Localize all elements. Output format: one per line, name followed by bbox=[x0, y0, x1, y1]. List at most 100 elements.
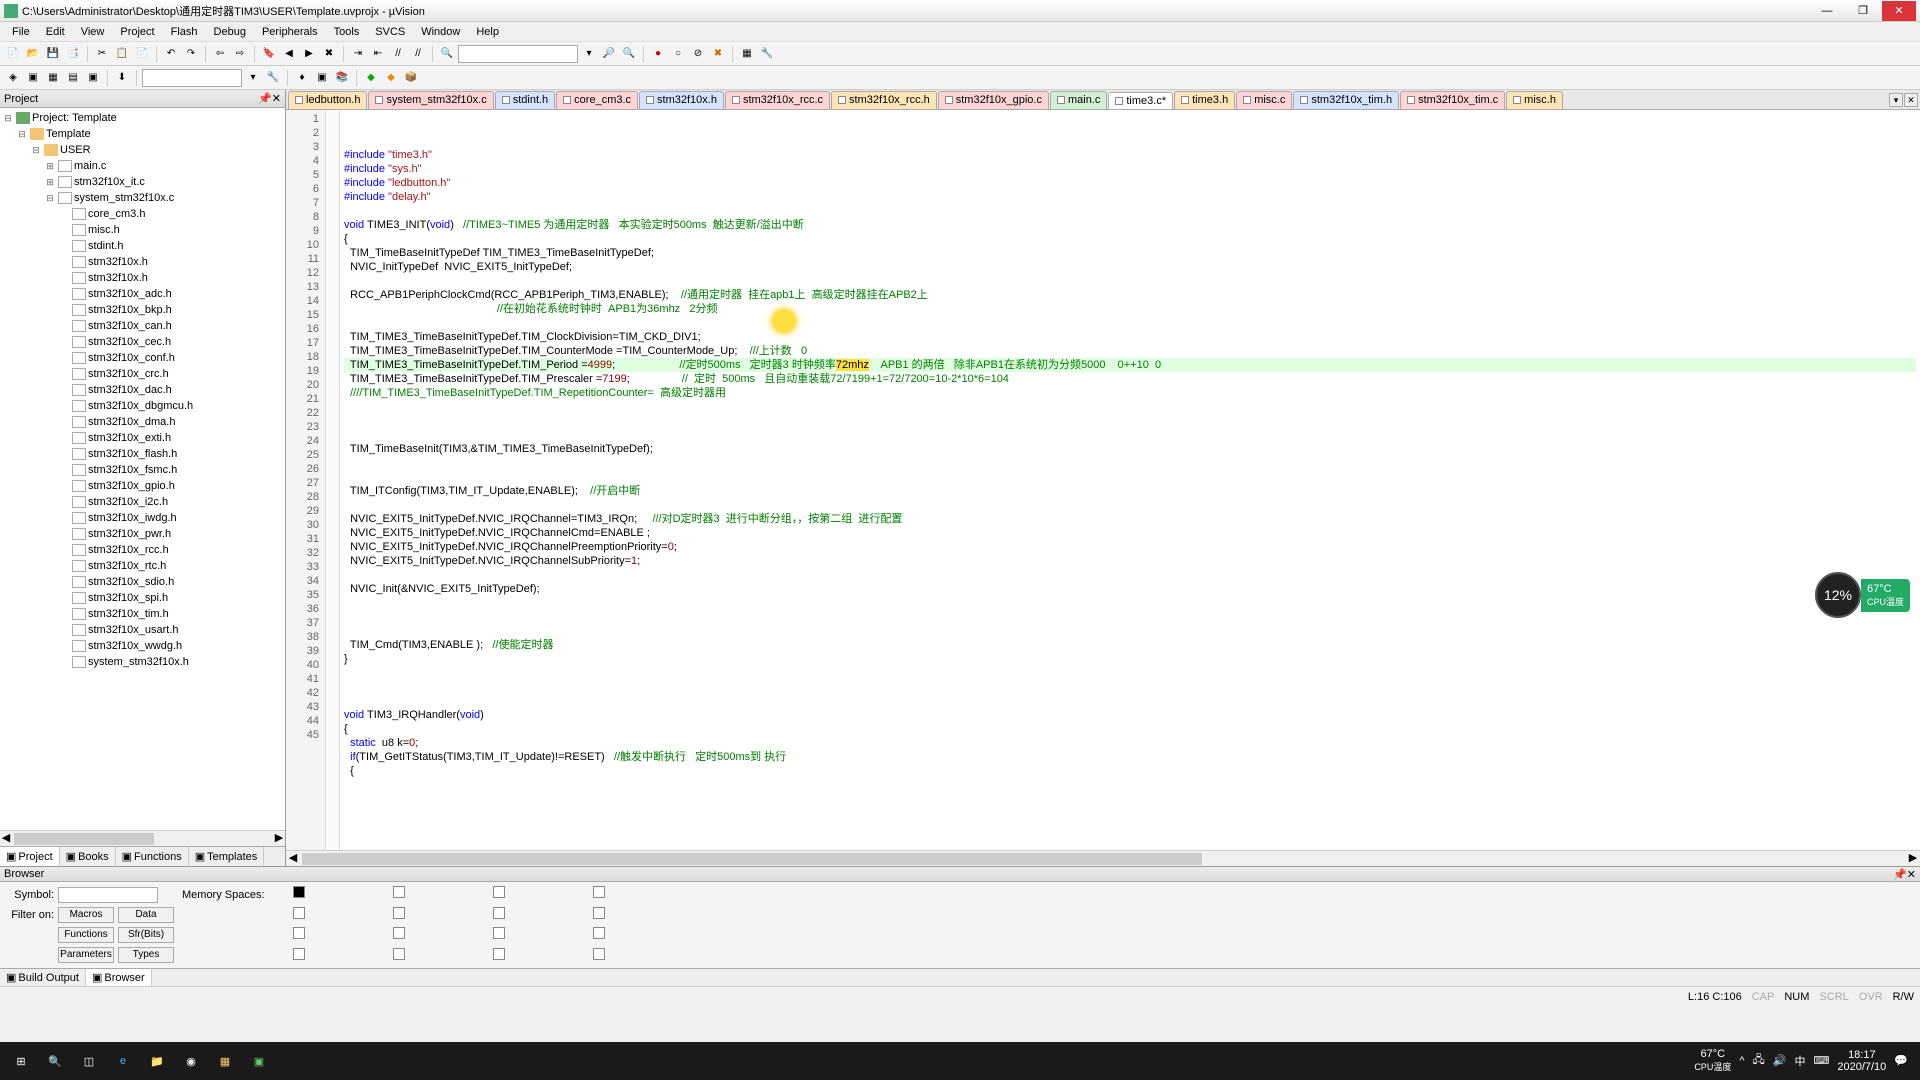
tree-header-core_cm3-h[interactable]: core_cm3.h bbox=[2, 206, 283, 222]
indent-icon[interactable]: ⇥ bbox=[349, 45, 367, 63]
file-tab-stm32f10x_rcc-c[interactable]: stm32f10x_rcc.c bbox=[725, 91, 830, 109]
tree-header-stm32f10x_dma-h[interactable]: stm32f10x_dma.h bbox=[2, 414, 283, 430]
translate-icon[interactable]: ◈ bbox=[4, 69, 22, 87]
menu-window[interactable]: Window bbox=[413, 26, 468, 38]
breakpoint-icon[interactable]: ○ bbox=[669, 45, 687, 63]
tree-header-stm32f10x_usart-h[interactable]: stm32f10x_usart.h bbox=[2, 622, 283, 638]
tree-header-stm32f10x_i2c-h[interactable]: stm32f10x_i2c.h bbox=[2, 494, 283, 510]
comment-icon[interactable]: // bbox=[389, 45, 407, 63]
fold-gutter[interactable] bbox=[326, 110, 340, 850]
file-tab-core_cm3-c[interactable]: core_cm3.c bbox=[556, 91, 638, 109]
memspace-chk-3-0[interactable] bbox=[293, 948, 305, 960]
disable-bp-icon[interactable]: ⊘ bbox=[689, 45, 707, 63]
filter-functions-button[interactable]: Functions bbox=[58, 927, 114, 943]
tree-header-stm32f10x_flash-h[interactable]: stm32f10x_flash.h bbox=[2, 446, 283, 462]
memspace-chk-2-3[interactable] bbox=[593, 927, 605, 939]
tree-header-stm32f10x_gpio-h[interactable]: stm32f10x_gpio.h bbox=[2, 478, 283, 494]
tree-header-system_stm32f10x-h[interactable]: system_stm32f10x.h bbox=[2, 654, 283, 670]
tree-header-stm32f10x-h[interactable]: stm32f10x.h bbox=[2, 254, 283, 270]
kill-bp-icon[interactable]: ✖ bbox=[709, 45, 727, 63]
open-file-icon[interactable]: 📂 bbox=[24, 45, 42, 63]
download-icon[interactable]: ⬇ bbox=[113, 69, 131, 87]
project-panel-pin-icon[interactable]: 📌 bbox=[258, 92, 272, 105]
menu-edit[interactable]: Edit bbox=[38, 26, 73, 38]
tray-up-icon[interactable]: ^ bbox=[1739, 1055, 1744, 1067]
bookmark-icon[interactable]: 🔖 bbox=[260, 45, 278, 63]
file-tab-time3-c-[interactable]: time3.c* bbox=[1108, 92, 1173, 110]
file-tab-stm32f10x_tim-h[interactable]: stm32f10x_tim.h bbox=[1293, 91, 1399, 109]
memspace-chk-2-1[interactable] bbox=[393, 927, 405, 939]
task-view-icon[interactable]: ◫ bbox=[72, 1046, 106, 1076]
app-icon-1[interactable]: ◉ bbox=[174, 1046, 208, 1076]
file-tab-stm32f10x_gpio-c[interactable]: stm32f10x_gpio.c bbox=[938, 91, 1049, 109]
tree-header-stm32f10x-h[interactable]: stm32f10x.h bbox=[2, 270, 283, 286]
file-tab-stdint-h[interactable]: stdint.h bbox=[495, 91, 555, 109]
tree-header-stm32f10x_sdio-h[interactable]: stm32f10x_sdio.h bbox=[2, 574, 283, 590]
filter-data-button[interactable]: Data bbox=[118, 907, 174, 923]
app-icon-2[interactable]: ▦ bbox=[208, 1046, 242, 1076]
tree-header-stm32f10x_wwdg-h[interactable]: stm32f10x_wwdg.h bbox=[2, 638, 283, 654]
tree-file-system_stm32f10x-c[interactable]: ⊟system_stm32f10x.c bbox=[2, 190, 283, 206]
target-combo[interactable]: Template bbox=[142, 69, 242, 87]
editor-hscroll[interactable]: ◀▶ bbox=[286, 850, 1920, 866]
debug-icon[interactable]: ● bbox=[649, 45, 667, 63]
tab-list-icon[interactable]: ▾ bbox=[1889, 93, 1903, 107]
tab-close-icon[interactable]: ✕ bbox=[1904, 93, 1918, 107]
menu-peripherals[interactable]: Peripherals bbox=[254, 26, 326, 38]
incremental-find-icon[interactable]: 🔍 bbox=[620, 45, 638, 63]
batch-build-icon[interactable]: ▤ bbox=[64, 69, 82, 87]
start-button[interactable]: ⊞ bbox=[4, 1046, 38, 1076]
file-tab-stm32f10x-h[interactable]: stm32f10x.h bbox=[639, 91, 724, 109]
tree-header-stm32f10x_iwdg-h[interactable]: stm32f10x_iwdg.h bbox=[2, 510, 283, 526]
memspace-chk-0-3[interactable] bbox=[593, 886, 605, 898]
new-file-icon[interactable]: 📄 bbox=[4, 45, 22, 63]
pack-orange-icon[interactable]: ◆ bbox=[382, 69, 400, 87]
project-tree[interactable]: ⊟Project: Template⊟Template⊟USER⊞main.c⊞… bbox=[0, 108, 285, 830]
file-tab-stm32f10x_tim-c[interactable]: stm32f10x_tim.c bbox=[1400, 91, 1505, 109]
find-icon[interactable]: 🔍 bbox=[438, 45, 456, 63]
memspace-chk-0-0[interactable] bbox=[293, 886, 305, 898]
tree-header-stm32f10x_bkp-h[interactable]: stm32f10x_bkp.h bbox=[2, 302, 283, 318]
file-tab-ledbutton-h[interactable]: ledbutton.h bbox=[288, 91, 367, 109]
undo-icon[interactable]: ↶ bbox=[162, 45, 180, 63]
tree-file-stm32f10x_it-c[interactable]: ⊞stm32f10x_it.c bbox=[2, 174, 283, 190]
tree-header-stm32f10x_adc-h[interactable]: stm32f10x_adc.h bbox=[2, 286, 283, 302]
build-icon[interactable]: ▣ bbox=[24, 69, 42, 87]
uncomment-icon[interactable]: // bbox=[409, 45, 427, 63]
tray-ime-icon[interactable]: 中 bbox=[1794, 1053, 1805, 1069]
window-layout-icon[interactable]: ▦ bbox=[738, 45, 756, 63]
menu-svcs[interactable]: SVCS bbox=[367, 26, 413, 38]
tree-header-stm32f10x_dac-h[interactable]: stm32f10x_dac.h bbox=[2, 382, 283, 398]
file-tab-main-c[interactable]: main.c bbox=[1050, 91, 1107, 109]
target-options-icon[interactable]: 🔧 bbox=[264, 69, 282, 87]
proj-tab-functions[interactable]: ▣Functions bbox=[116, 847, 189, 866]
nav-back-icon[interactable]: ⇦ bbox=[211, 45, 229, 63]
tray-net-icon[interactable]: 🖧 bbox=[1753, 1051, 1765, 1070]
tree-header-stm32f10x_crc-h[interactable]: stm32f10x_crc.h bbox=[2, 366, 283, 382]
bookmark-next-icon[interactable]: ▶ bbox=[300, 45, 318, 63]
filter-types-button[interactable]: Types bbox=[118, 947, 174, 963]
menu-help[interactable]: Help bbox=[468, 26, 507, 38]
tree-header-stm32f10x_rcc-h[interactable]: stm32f10x_rcc.h bbox=[2, 542, 283, 558]
find-dropdown-icon[interactable]: ▾ bbox=[580, 45, 598, 63]
menu-debug[interactable]: Debug bbox=[206, 26, 254, 38]
menu-project[interactable]: Project bbox=[112, 26, 162, 38]
file-tab-stm32f10x_rcc-h[interactable]: stm32f10x_rcc.h bbox=[831, 91, 937, 109]
memspace-chk-1-2[interactable] bbox=[493, 907, 505, 919]
menu-view[interactable]: View bbox=[73, 26, 113, 38]
tree-project-root[interactable]: ⊟Project: Template bbox=[2, 110, 283, 126]
file-tab-misc-h[interactable]: misc.h bbox=[1506, 91, 1563, 109]
filter-params-button[interactable]: Parameters bbox=[58, 947, 114, 963]
tree-header-stm32f10x_pwr-h[interactable]: stm32f10x_pwr.h bbox=[2, 526, 283, 542]
memspace-chk-0-1[interactable] bbox=[393, 886, 405, 898]
file-tab-misc-c[interactable]: misc.c bbox=[1236, 91, 1292, 109]
memspace-chk-3-2[interactable] bbox=[493, 948, 505, 960]
explorer-icon[interactable]: 📁 bbox=[140, 1046, 174, 1076]
tray-vol-icon[interactable]: 🔊 bbox=[1773, 1054, 1787, 1067]
menu-file[interactable]: File bbox=[4, 26, 38, 38]
uvision-taskbar-icon[interactable]: ▣ bbox=[242, 1046, 276, 1076]
tree-file-main-c[interactable]: ⊞main.c bbox=[2, 158, 283, 174]
memspace-chk-2-0[interactable] bbox=[293, 927, 305, 939]
maximize-button[interactable]: ❐ bbox=[1846, 1, 1880, 21]
bookmark-clear-icon[interactable]: ✖ bbox=[320, 45, 338, 63]
